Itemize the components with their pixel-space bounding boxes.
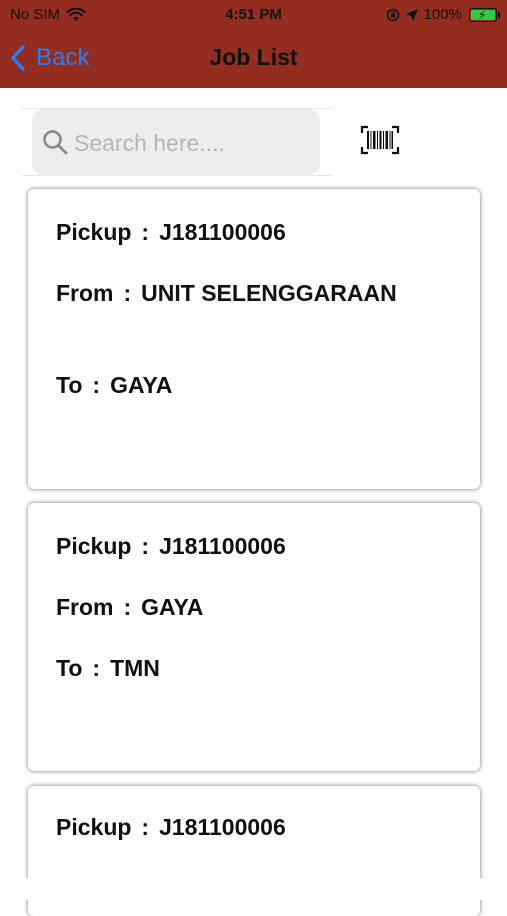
from-label: From <box>56 594 114 620</box>
location-arrow-icon <box>405 8 418 21</box>
pickup-line: Pickup: J181100006 <box>56 533 286 559</box>
orientation-lock-icon <box>386 8 399 21</box>
battery-icon: ⚡ <box>469 7 500 22</box>
to-line: To: TMN <box>56 655 160 681</box>
pickup-label: Pickup <box>56 533 132 559</box>
navigation-bar: Back Job List <box>0 30 507 88</box>
from-value: UNIT SELENGGARAAN <box>141 280 397 306</box>
job-card[interactable]: Pickup: J181100006 From: GAYA To: TMN <box>28 503 480 771</box>
search-input[interactable] <box>72 124 316 162</box>
to-label: To <box>56 372 83 398</box>
pickup-label: Pickup <box>56 219 132 245</box>
battery-percent: 100% <box>423 6 462 23</box>
from-line: From: GAYA <box>56 594 204 620</box>
pickup-value: J181100006 <box>159 533 286 559</box>
search-icon <box>43 130 68 155</box>
job-card[interactable]: Pickup: J181100006 From: UNIT SELENGGARAAN… <box>28 189 480 489</box>
search-field[interactable] <box>32 109 320 175</box>
pickup-value: J181100006 <box>159 219 286 245</box>
to-value: GAYA <box>110 372 173 398</box>
from-label: From <box>56 280 114 306</box>
search-bar <box>22 108 332 176</box>
barcode-icon[interactable] <box>360 124 400 156</box>
pickup-value: J181100006 <box>159 814 286 840</box>
pickup-label: Pickup <box>56 814 132 840</box>
page-title: Job List <box>209 44 298 70</box>
bottom-edge <box>0 878 507 900</box>
to-label: To <box>56 655 83 681</box>
pickup-line: Pickup: J181100006 <box>56 814 286 840</box>
status-bar: No SIM 4:51 PM 100% ⚡ <box>0 0 507 30</box>
from-line: From: UNIT SELENGGARAAN <box>56 280 397 306</box>
top-bar: No SIM 4:51 PM 100% ⚡ Back Job List <box>0 0 507 88</box>
to-value: TMN <box>110 655 160 681</box>
to-line: To: GAYA <box>56 372 173 398</box>
pickup-line: Pickup: J181100006 <box>56 219 286 245</box>
from-value: GAYA <box>141 594 204 620</box>
status-right: 100% ⚡ <box>386 6 500 23</box>
